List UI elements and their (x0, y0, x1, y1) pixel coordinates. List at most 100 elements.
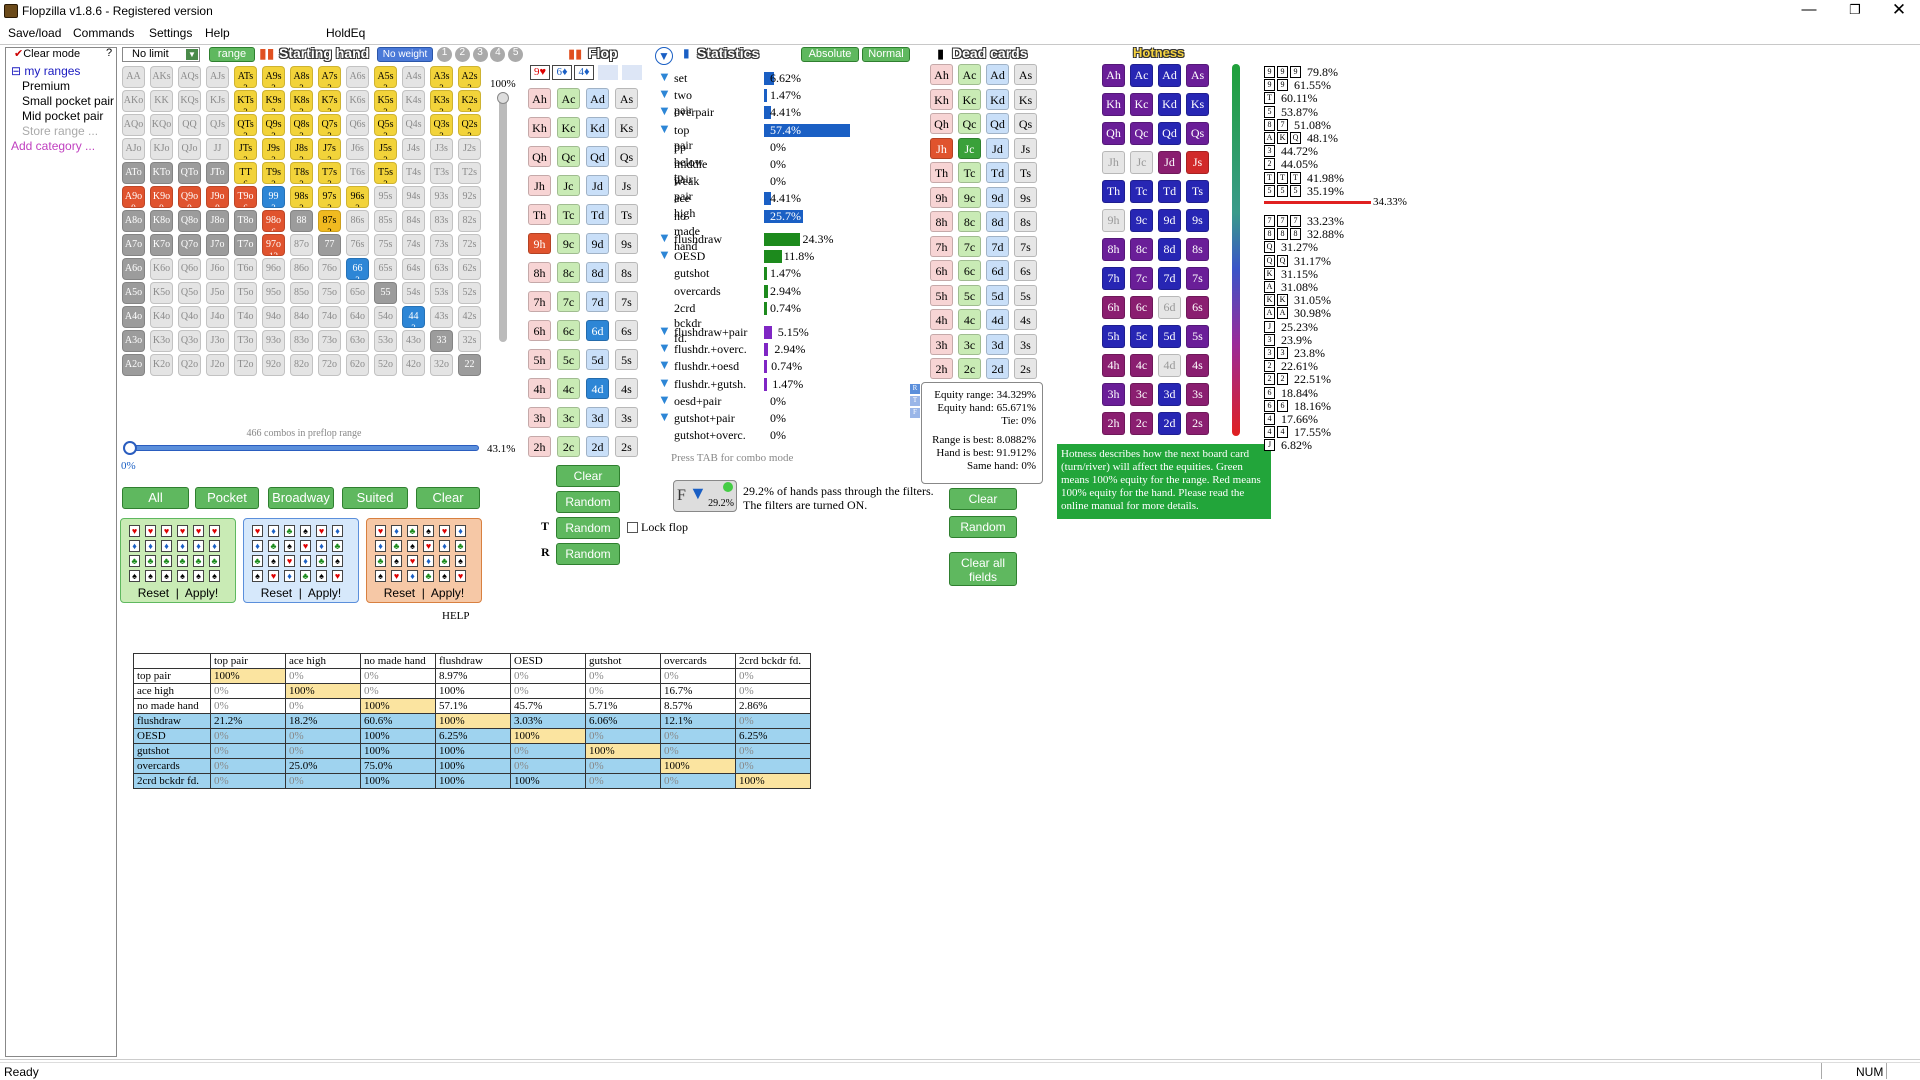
flop-card-td[interactable]: Td (586, 204, 609, 225)
dead-card-4h[interactable]: 4h (930, 309, 953, 330)
dead-card-9s[interactable]: 9s (1014, 186, 1037, 208)
combo-mini-card[interactable]: ♥ (439, 525, 450, 537)
hand-cell-k7s[interactable]: K7s 3 (318, 90, 341, 112)
hand-cell-ato[interactable]: ATo (122, 162, 145, 184)
hand-cell-j7s[interactable]: J7s 3 (318, 138, 341, 160)
hand-cell-k7o[interactable]: K7o (150, 234, 173, 256)
weight-1-button[interactable]: 1 (437, 47, 452, 62)
hand-cell-jj[interactable]: JJ (206, 138, 229, 160)
combo-mini-card[interactable]: ♦ (252, 540, 263, 552)
hand-cell-q5o[interactable]: Q5o (178, 282, 201, 304)
flop-card-qd[interactable]: Qd (586, 146, 609, 167)
dead-card-jd[interactable]: Jd (986, 137, 1009, 159)
dead-card-7d[interactable]: 7d (986, 235, 1009, 257)
hand-cell-j6o[interactable]: J6o (206, 258, 229, 280)
hand-cell-qjs[interactable]: QJs (206, 114, 229, 136)
menu-saveload[interactable]: Save/load (8, 26, 61, 40)
hand-cell-q9o[interactable]: Q9o 9 (178, 186, 201, 208)
combo-mini-card[interactable]: ♣ (439, 555, 450, 567)
hand-cell-k9s[interactable]: K9s 3 (262, 90, 285, 112)
flop-card-2d[interactable]: 2d (586, 436, 609, 457)
dead-card-6s[interactable]: 6s (1014, 260, 1037, 281)
range-slider-handle[interactable] (123, 441, 137, 455)
maximize-icon[interactable]: ❐ (1832, 0, 1878, 22)
flop-card-7s[interactable]: 7s (615, 291, 638, 312)
dead-card-9c[interactable]: 9c (958, 186, 981, 208)
combo-mini-card[interactable]: ♥ (193, 525, 204, 537)
hand-cell-32s[interactable]: 32s (458, 330, 481, 352)
hand-cell-87s[interactable]: 87s 3 (318, 210, 341, 232)
hand-cell-aa[interactable]: AA (122, 66, 145, 88)
hand-cell-54s[interactable]: 54s (402, 282, 425, 304)
hand-cell-44[interactable]: 44 3 (402, 306, 425, 328)
dead-card-qc[interactable]: Qc (958, 113, 981, 134)
hand-cell-t8s[interactable]: T8s 3 (290, 162, 313, 184)
help-question-button[interactable]: ? (106, 47, 112, 59)
hand-cell-k4s[interactable]: K4s (402, 90, 425, 112)
hand-cell-kk[interactable]: KK (150, 90, 173, 112)
limit-select[interactable]: No limit ▼ (122, 47, 200, 62)
hand-cell-a2o[interactable]: A2o (122, 354, 145, 376)
hand-cell-q8o[interactable]: Q8o (178, 210, 201, 232)
flop-card-6h[interactable]: 6h (528, 320, 551, 341)
filter-icon[interactable]: ▼ (658, 358, 671, 371)
flop-card-9c[interactable]: 9c (557, 233, 580, 254)
flop-card-kh[interactable]: Kh (528, 117, 551, 138)
flop-card-tc[interactable]: Tc (557, 204, 580, 225)
hand-cell-86o[interactable]: 86o (290, 258, 313, 280)
combo-mini-card[interactable]: ♦ (316, 540, 327, 552)
hand-cell-t9s[interactable]: T9s 2 (262, 162, 285, 184)
dead-card-qs[interactable]: Qs (1014, 113, 1037, 134)
combo-mini-card[interactable]: ♣ (145, 555, 156, 567)
clear-range-button[interactable]: Clear (416, 487, 480, 509)
filter-icon[interactable]: ▼ (658, 104, 671, 117)
range-slider[interactable] (127, 445, 479, 451)
flop-card-8c[interactable]: 8c (557, 262, 580, 283)
combo-mini-card[interactable]: ♠ (407, 540, 418, 552)
flop-card-2s[interactable]: 2s (615, 436, 638, 457)
dead-card-3s[interactable]: 3s (1014, 333, 1037, 355)
hand-cell-65o[interactable]: 65o (346, 282, 369, 304)
hand-cell-k5s[interactable]: K5s 3 (374, 90, 397, 112)
combo-mini-card[interactable]: ♣ (375, 555, 386, 567)
hand-cell-64s[interactable]: 64s (402, 258, 425, 280)
pair-reset-button[interactable]: Reset (261, 586, 292, 600)
combo-mini-card[interactable]: ♣ (161, 555, 172, 567)
hand-cell-53s[interactable]: 53s (430, 282, 453, 304)
hand-cell-a6s[interactable]: A6s (346, 66, 369, 88)
weight-4-button[interactable]: 4 (490, 47, 506, 62)
flop-card-7h[interactable]: 7h (528, 291, 551, 312)
combo-mini-card[interactable]: ♦ (439, 540, 450, 552)
hand-cell-j9o[interactable]: J9o 9 (206, 186, 229, 208)
tree-item-premium[interactable]: Premium (11, 79, 114, 94)
flop-card-4s[interactable]: 4s (615, 378, 638, 399)
combo-mini-card[interactable]: ♠ (455, 555, 466, 567)
flop-card-qc[interactable]: Qc (557, 146, 580, 167)
offsuit-apply-button[interactable]: Apply! (431, 586, 464, 600)
hand-cell-97s[interactable]: 97s 2 (318, 186, 341, 208)
hand-cell-ajs[interactable]: AJs (206, 66, 229, 88)
flop-card-kd[interactable]: Kd (586, 117, 609, 138)
hand-cell-a4s[interactable]: A4s (402, 66, 425, 88)
dead-card-5s[interactable]: 5s (1014, 284, 1037, 306)
combo-mini-card[interactable]: ♥ (391, 570, 402, 582)
combo-mini-card[interactable]: ♦ (268, 525, 279, 537)
combo-mini-card[interactable]: ♠ (161, 570, 172, 582)
hand-cell-54o[interactable]: 54o (374, 306, 397, 328)
dead-card-ks[interactable]: Ks (1014, 88, 1037, 110)
hand-cell-94s[interactable]: 94s (402, 186, 425, 208)
combo-mini-card[interactable]: ♥ (332, 570, 343, 582)
flop-card-qh[interactable]: Qh (528, 146, 551, 167)
dead-card-6c[interactable]: 6c (958, 260, 981, 281)
flop-card-7c[interactable]: 7c (557, 291, 580, 312)
filter-icon[interactable]: ▼ (658, 324, 671, 337)
hand-cell-95o[interactable]: 95o (262, 282, 285, 304)
hand-cell-84s[interactable]: 84s (402, 210, 425, 232)
dead-card-8d[interactable]: 8d (986, 211, 1009, 232)
hand-cell-t5o[interactable]: T5o (234, 282, 257, 304)
hand-cell-q7o[interactable]: Q7o (178, 234, 201, 256)
help-link[interactable]: HELP (442, 610, 470, 622)
flop-card-5d[interactable]: 5d (586, 349, 609, 370)
combo-mini-card[interactable]: ♥ (300, 540, 311, 552)
hand-cell-k8o[interactable]: K8o (150, 210, 173, 232)
